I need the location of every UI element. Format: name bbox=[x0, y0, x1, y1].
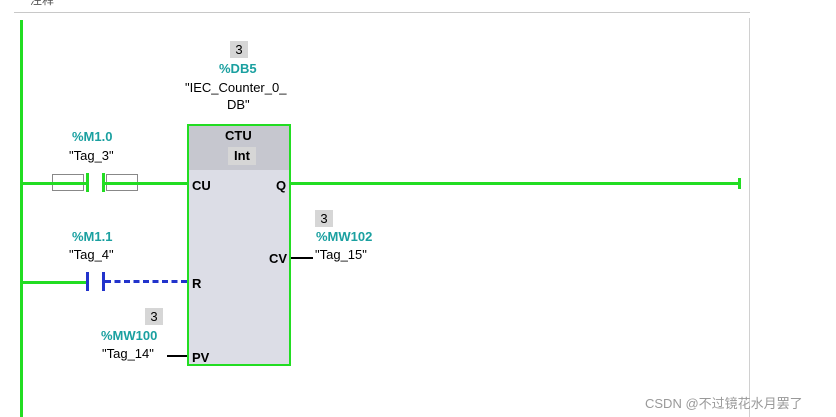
pin-pv-label: PV bbox=[192, 350, 210, 365]
instance-db-name-line2[interactable]: DB" bbox=[227, 97, 250, 112]
csdn-watermark: CSDN @不过镜花水月罢了 bbox=[645, 396, 803, 411]
pin-cv-label: CV bbox=[269, 251, 288, 266]
network-separator bbox=[14, 12, 750, 13]
cu-wire-to-block bbox=[105, 182, 187, 185]
instance-db-value: 3 bbox=[230, 41, 248, 58]
cu-wire-left bbox=[22, 182, 52, 185]
left-power-rail bbox=[20, 20, 23, 417]
q-output-wire bbox=[291, 182, 740, 185]
cv-address[interactable]: %MW102 bbox=[316, 229, 372, 244]
pin-q-label: Q bbox=[276, 178, 287, 193]
cv-wire bbox=[291, 257, 313, 259]
rung-end-marker bbox=[738, 178, 741, 189]
instance-db-address[interactable]: %DB5 bbox=[219, 61, 257, 76]
r-contact-symbol[interactable]: "Tag_4" bbox=[69, 247, 114, 262]
r-contact-left-bar[interactable] bbox=[86, 272, 89, 291]
network-right-border bbox=[749, 18, 750, 417]
cu-contact-symbol[interactable]: "Tag_3" bbox=[69, 148, 114, 163]
pv-symbol[interactable]: "Tag_14" bbox=[102, 346, 154, 361]
cu-contact-address[interactable]: %M1.0 bbox=[72, 129, 112, 144]
cv-symbol[interactable]: "Tag_15" bbox=[315, 247, 367, 262]
pin-r-label: R bbox=[192, 276, 202, 291]
pv-address[interactable]: %MW100 bbox=[101, 328, 157, 343]
ctu-data-type[interactable]: Int bbox=[228, 147, 256, 165]
ctu-type-label: CTU bbox=[225, 128, 252, 143]
network-comment-label[interactable]: 注释 bbox=[30, 0, 54, 8]
cu-contact-left-bar[interactable] bbox=[86, 173, 89, 192]
r-wire-to-block bbox=[105, 280, 187, 283]
pv-wire bbox=[167, 355, 187, 357]
pv-value: 3 bbox=[145, 308, 163, 325]
r-contact-address[interactable]: %M1.1 bbox=[72, 229, 112, 244]
instance-db-name-line1[interactable]: "IEC_Counter_0_ bbox=[185, 80, 286, 95]
r-wire-left bbox=[22, 281, 86, 284]
cu-wire-in bbox=[52, 182, 86, 185]
ctu-counter-block[interactable]: CTU Int CU Q CV R PV bbox=[187, 124, 291, 366]
cv-value: 3 bbox=[315, 210, 333, 227]
pin-cu-label: CU bbox=[192, 178, 211, 193]
